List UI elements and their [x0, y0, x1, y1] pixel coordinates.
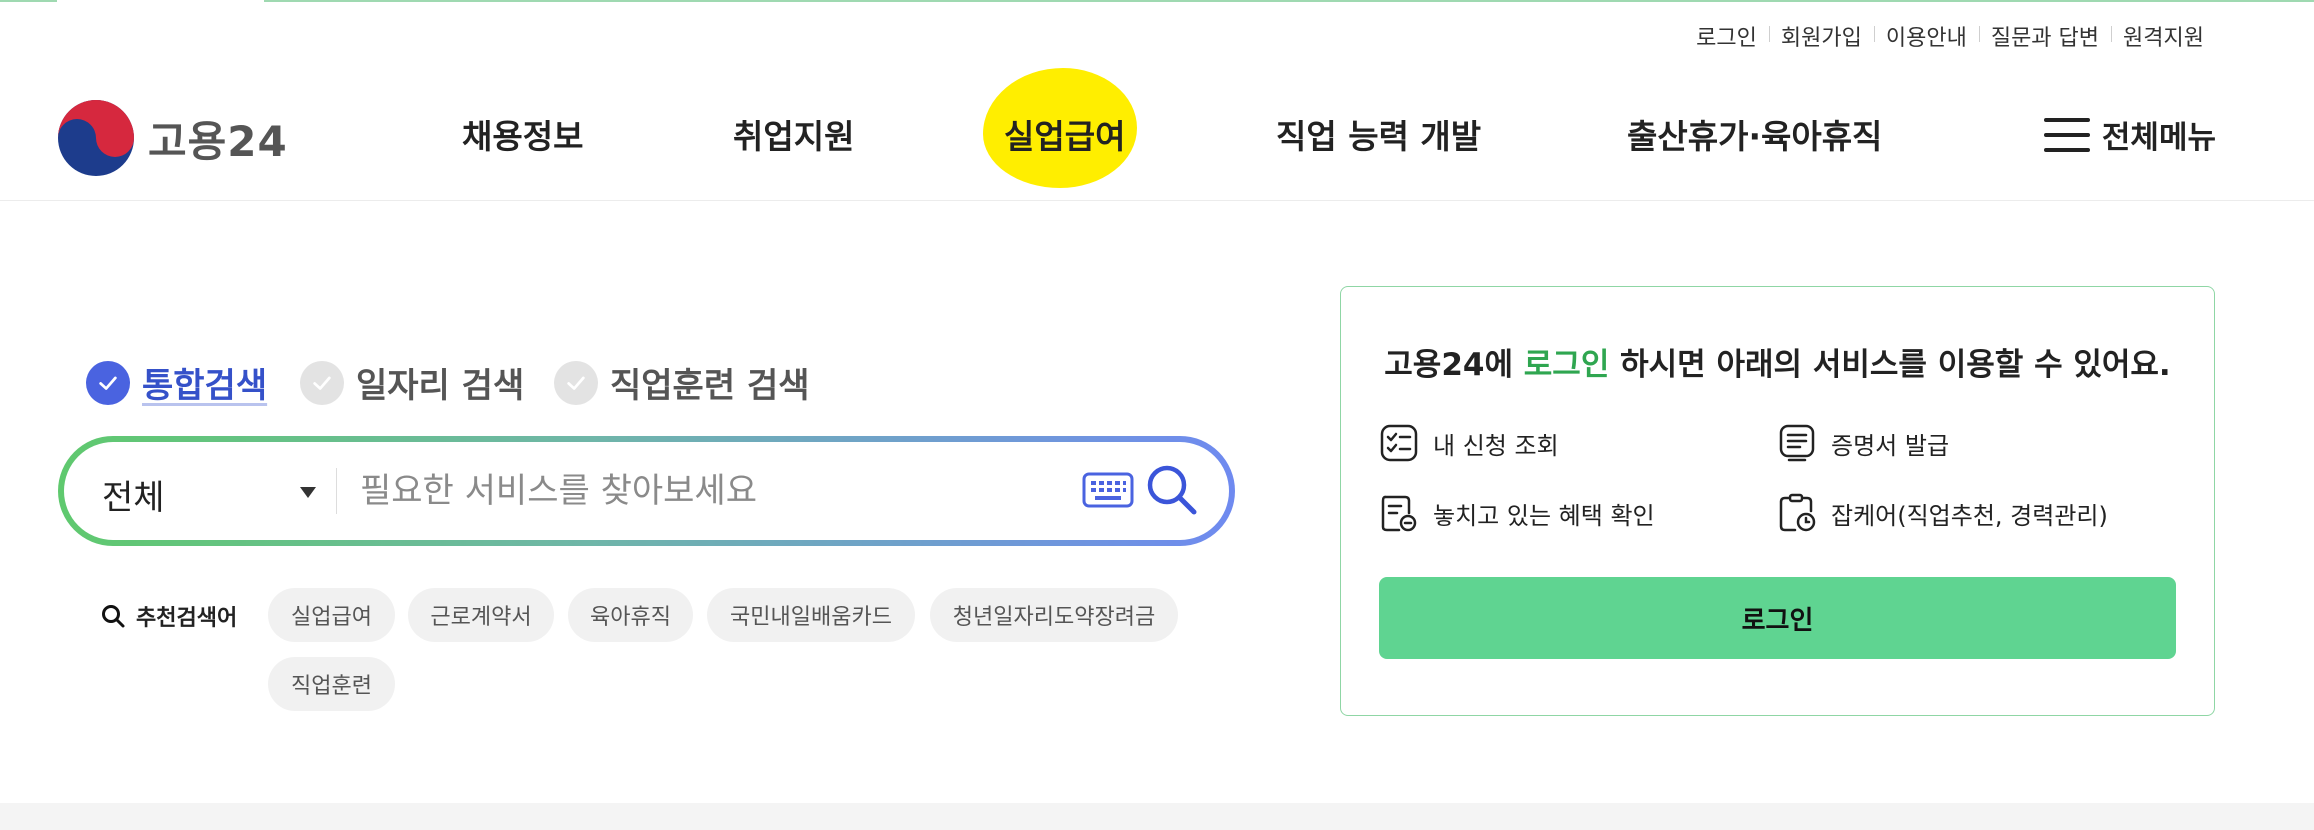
- document-check-icon: [1381, 495, 1417, 532]
- search-bar-inner: 전체: [64, 442, 1229, 540]
- footer-band: [0, 803, 2314, 830]
- login-panel-message: 고용24에 로그인 하시면 아래의 서비스를 이용할 수 있어요.: [1341, 339, 2214, 384]
- service-label: 잡케어(직업추천, 경력관리): [1831, 501, 2108, 530]
- certificate-icon: [1779, 424, 1815, 462]
- top-accent-line: [0, 0, 2314, 2]
- keyword-chip[interactable]: 육아휴직: [568, 588, 693, 642]
- util-faq-link[interactable]: 질문과 답변: [1978, 20, 2111, 52]
- nav-item-parental-leave[interactable]: 출산휴가·육아휴직: [1627, 110, 1882, 158]
- keyword-chip[interactable]: 근로계약서: [408, 588, 554, 642]
- util-guide-link[interactable]: 이용안내: [1873, 20, 1979, 52]
- search-type-label: 일자리 검색: [356, 366, 525, 406]
- dropdown-arrow-icon[interactable]: [300, 487, 316, 498]
- service-my-applications: 내 신청 조회: [1379, 423, 1559, 463]
- util-remote-support-link[interactable]: 원격지원: [2111, 20, 2216, 52]
- search-type-integrated[interactable]: 통합검색: [86, 358, 267, 407]
- util-signup-link[interactable]: 회원가입: [1768, 20, 1874, 52]
- search-input[interactable]: [360, 460, 1020, 522]
- service-label: 놓치고 있는 혜택 확인: [1433, 501, 1655, 530]
- clipboard-clock-icon: [1779, 493, 1816, 532]
- keyword-chip[interactable]: 국민내일배움카드: [707, 588, 915, 642]
- nav-item-unemployment-benefits[interactable]: 실업급여: [1004, 110, 1125, 158]
- header-divider: [0, 200, 2314, 201]
- service-label: 증명서 발급: [1831, 431, 1950, 460]
- search-type-label: 통합검색: [142, 366, 268, 406]
- service-label: 내 신청 조회: [1433, 431, 1559, 460]
- keyword-chip[interactable]: 직업훈련: [268, 657, 395, 711]
- recommended-title-label: 추천검색어: [136, 606, 238, 631]
- search-divider: [336, 468, 337, 514]
- utility-nav: 로그인 회원가입 이용안내 질문과 답변 원격지원: [1684, 20, 2216, 52]
- search-bar: 전체: [58, 436, 1235, 546]
- all-menu-button[interactable]: 전체메뉴: [2043, 112, 2216, 157]
- service-jobcare: 잡케어(직업추천, 경력관리): [1777, 493, 2108, 533]
- unchecked-radio-icon: [554, 360, 598, 405]
- search-type-training[interactable]: 직업훈련 검색: [554, 358, 810, 407]
- search-type-jobs[interactable]: 일자리 검색: [300, 358, 524, 407]
- keyboard-icon[interactable]: [1082, 472, 1134, 508]
- login-panel: 고용24에 로그인 하시면 아래의 서비스를 이용할 수 있어요. 내 신청 조…: [1340, 286, 2215, 716]
- keyword-chip[interactable]: 청년일자리도약장려금: [930, 588, 1178, 642]
- search-icon[interactable]: [1144, 462, 1200, 518]
- top-accent-gap: [57, 0, 264, 2]
- login-button[interactable]: 로그인: [1379, 577, 2176, 659]
- checklist-icon: [1380, 424, 1418, 462]
- nav-item-vocational-training[interactable]: 직업 능력 개발: [1276, 110, 1481, 158]
- main-nav: 채용정보 취업지원 실업급여 직업 능력 개발 출산휴가·육아휴직: [0, 110, 2314, 158]
- nav-item-jobs[interactable]: 채용정보: [462, 110, 583, 158]
- login-message-suffix: 하시면 아래의 서비스를 이용할 수 있어요.: [1609, 347, 2171, 383]
- login-message-prefix: 고용24에: [1384, 347, 1524, 383]
- service-missed-benefits: 놓치고 있는 혜택 확인: [1379, 493, 1655, 533]
- util-login-link[interactable]: 로그인: [1684, 20, 1769, 52]
- search-type-label: 직업훈련 검색: [610, 366, 810, 406]
- nav-item-employment-support[interactable]: 취업지원: [733, 110, 854, 158]
- recommended-keywords-title: 추천검색어: [100, 600, 237, 632]
- checked-radio-icon: [86, 360, 130, 405]
- login-message-highlight: 로그인: [1523, 347, 1610, 383]
- keyword-chip[interactable]: 실업급여: [268, 588, 395, 642]
- unchecked-radio-icon: [300, 360, 344, 405]
- service-certificates: 증명서 발급: [1777, 423, 1949, 463]
- search-icon: [102, 605, 125, 628]
- hamburger-icon: [2043, 117, 2090, 152]
- search-category-select[interactable]: 전체: [102, 470, 165, 519]
- all-menu-label: 전체메뉴: [2101, 120, 2216, 156]
